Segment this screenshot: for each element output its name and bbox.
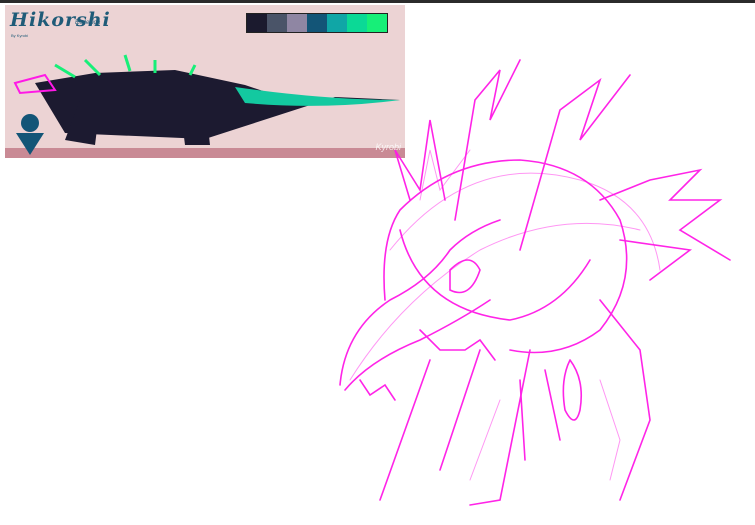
sketch-canvas[interactable]	[0, 0, 755, 525]
